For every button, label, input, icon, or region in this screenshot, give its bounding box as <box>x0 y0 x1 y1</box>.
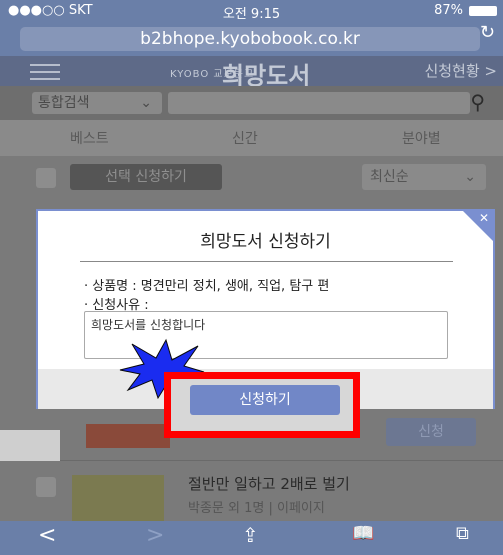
apply-item-button[interactable]: 신청 <box>386 418 476 446</box>
sort-label: 최신순 <box>370 169 409 185</box>
application-status-link[interactable]: 신청현황 > <box>424 60 497 81</box>
select-all-checkbox[interactable] <box>36 168 56 188</box>
chevron-down-icon: ⌄ <box>464 169 476 185</box>
bookmarks-icon[interactable]: 📖 <box>352 523 374 544</box>
clock: 오전 9:15 <box>222 7 281 22</box>
book-meta: 박종문 외 1명 | 이페이지 <box>188 501 325 516</box>
browser-toolbar: < > ⇪ 📖 ⧉ <box>0 521 503 555</box>
browser-url-bar: b2bhope.kyobobook.co.kr ↻ <box>0 22 503 56</box>
tab-new[interactable]: 신간 <box>232 128 258 148</box>
search-scope-label: 통합검색 <box>38 95 90 111</box>
divider <box>80 261 453 262</box>
modal-title: 희망도서 신청하기 <box>200 232 331 252</box>
book-cover[interactable] <box>86 424 170 448</box>
search-icon[interactable]: ⚲ <box>470 90 485 114</box>
hamburger-icon[interactable] <box>30 64 60 80</box>
share-icon[interactable]: ⇪ <box>242 523 259 547</box>
submit-request-button[interactable]: 신청하기 <box>190 385 340 415</box>
site-header: KYOBO 교보문고 희망도서 신청현황 > <box>0 56 503 90</box>
tab-best[interactable]: 베스트 <box>70 128 109 148</box>
tab-category[interactable]: 분야별 <box>402 128 441 148</box>
item-checkbox[interactable] <box>36 477 56 497</box>
chevron-down-icon: ⌄ <box>140 95 152 111</box>
forward-icon[interactable]: > <box>146 523 164 548</box>
battery-percent: 87% <box>434 3 463 18</box>
close-icon: ✕ <box>478 211 489 225</box>
tab-bar: 베스트 신간 분야별 <box>0 120 503 157</box>
book-cover[interactable] <box>72 475 164 525</box>
list-item: 절반만 일하고 2배로 벌기 박종문 외 1명 | 이페이지 <box>0 461 503 525</box>
url-field[interactable]: b2bhope.kyobobook.co.kr <box>20 27 480 51</box>
battery-icon <box>469 6 497 16</box>
book-title[interactable]: 절반만 일하고 2배로 벌기 <box>188 473 350 494</box>
search-scope-select[interactable]: 통합검색 ⌄ <box>32 92 162 114</box>
product-name-line: · 상품명 : 명견만리 정치, 생애, 직업, 탐구 편 <box>84 279 330 294</box>
search-row: 통합검색 ⌄ ⚲ <box>0 86 503 120</box>
reload-icon[interactable]: ↻ <box>480 22 495 43</box>
search-input[interactable] <box>168 92 470 114</box>
status-bar: ●●●○○ SKT 오전 9:15 87% <box>0 0 503 22</box>
selection-row: 선택 신청하기 최신순 ⌄ <box>0 156 503 202</box>
tabs-icon[interactable]: ⧉ <box>456 523 469 544</box>
back-icon[interactable]: < <box>38 523 56 548</box>
apply-selected-button[interactable]: 선택 신청하기 <box>70 164 222 190</box>
sort-select[interactable]: 최신순 ⌄ <box>362 164 486 190</box>
